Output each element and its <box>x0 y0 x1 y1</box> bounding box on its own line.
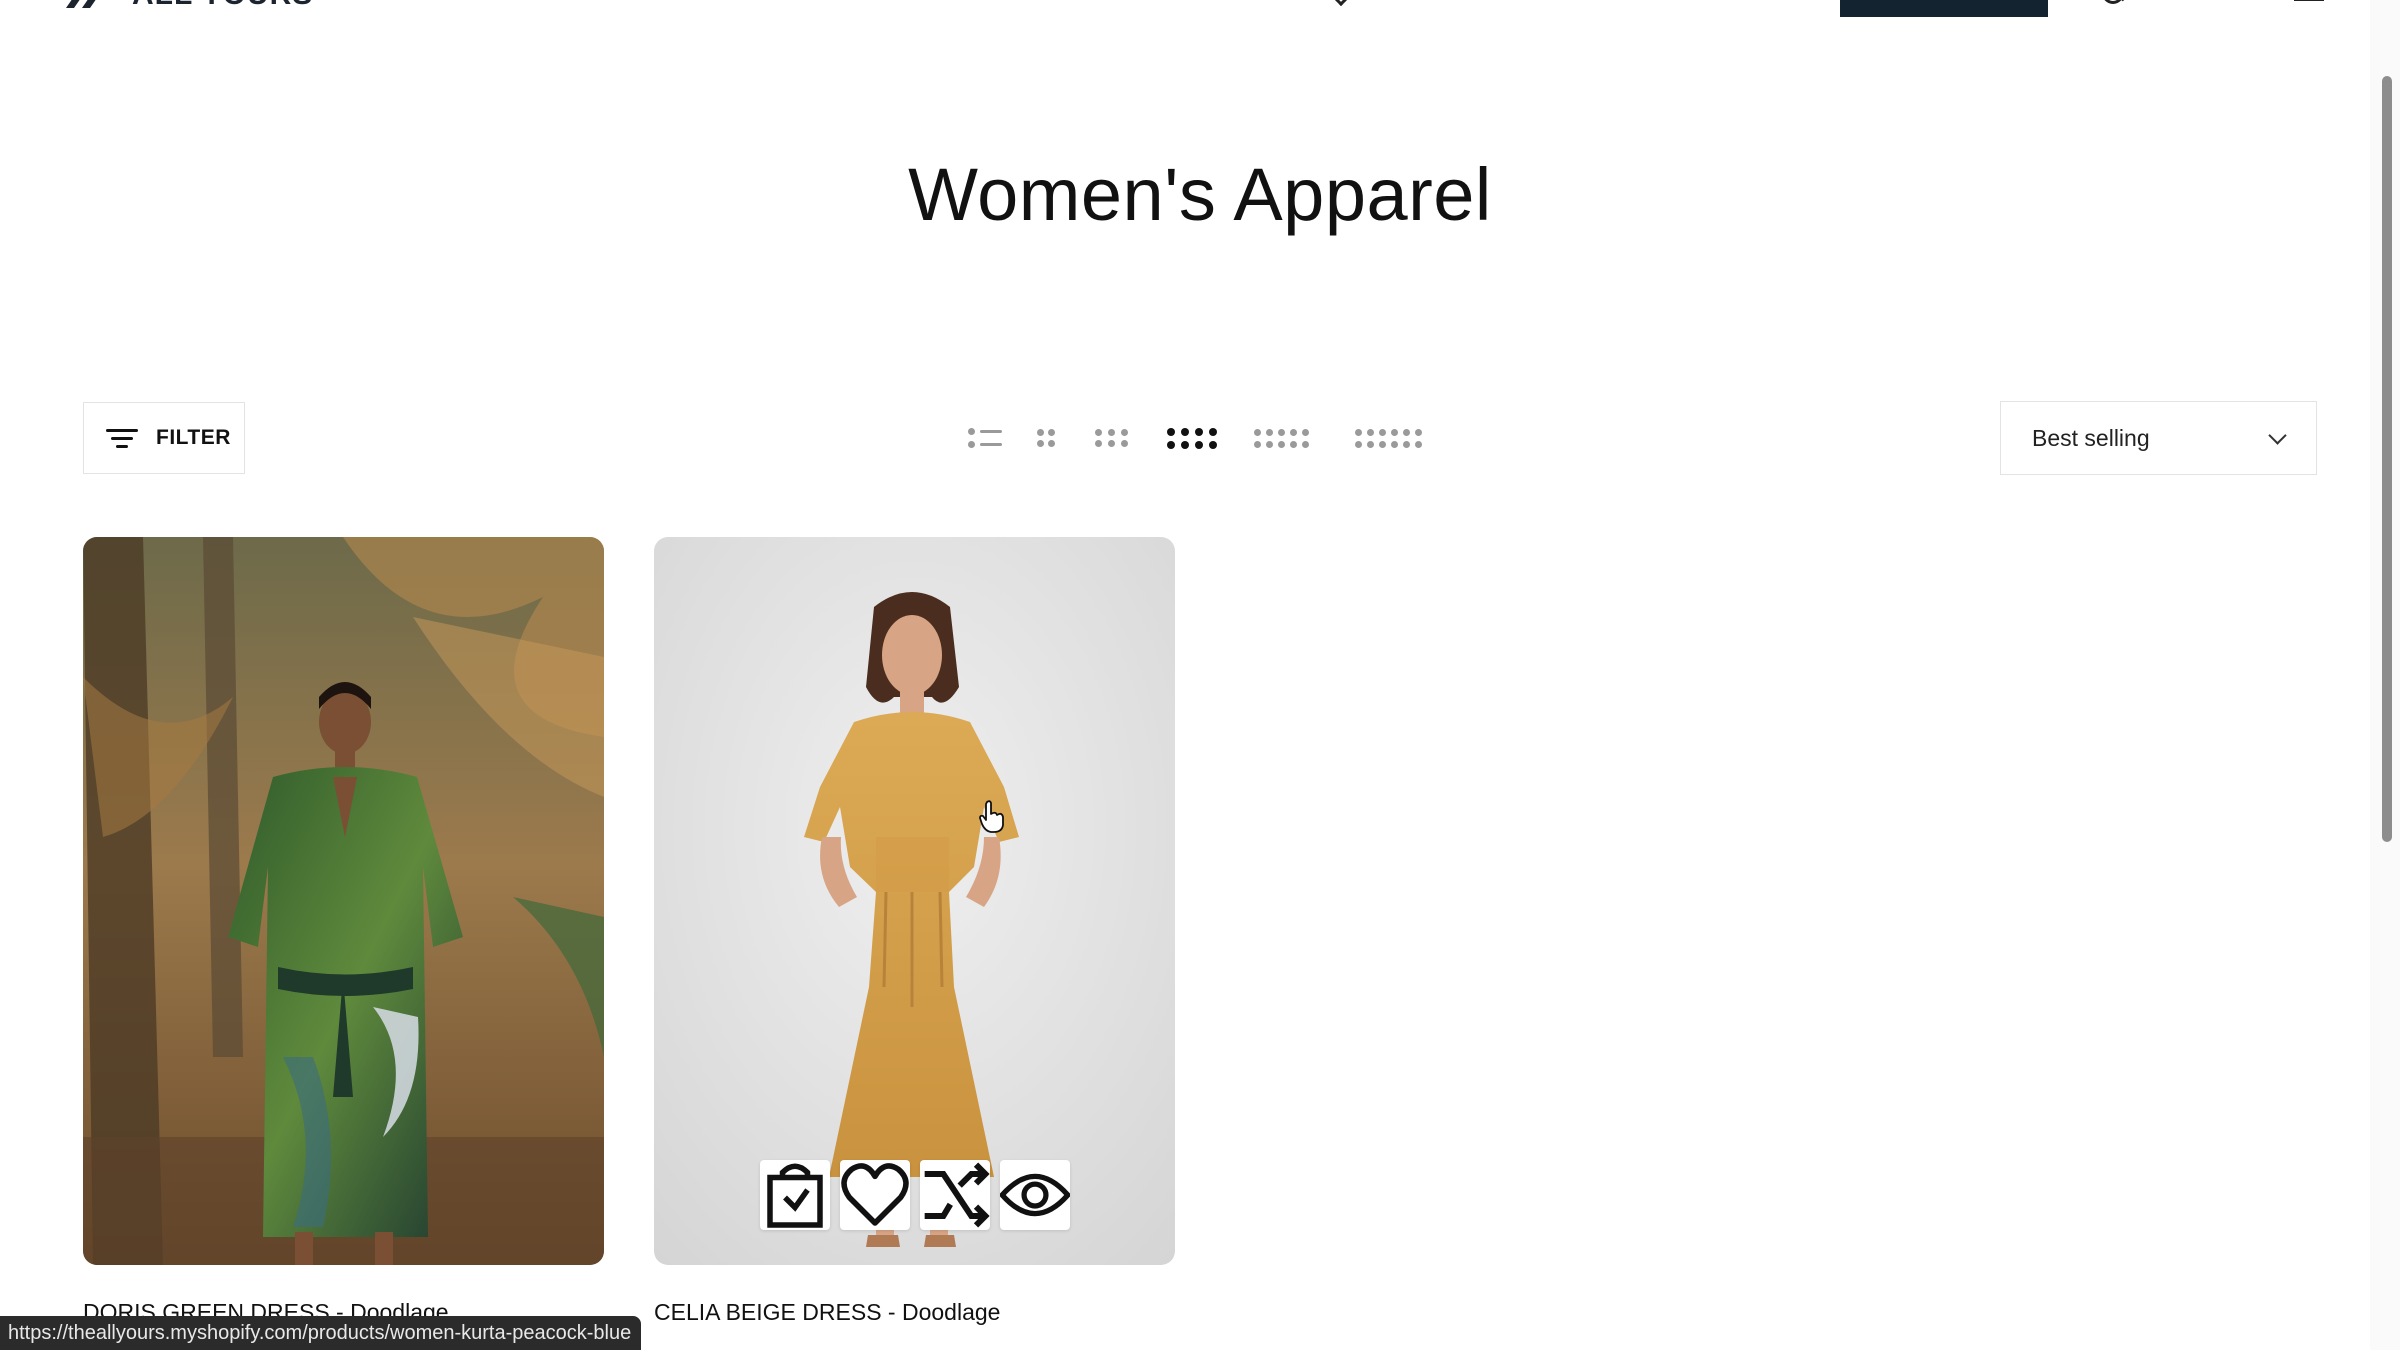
sort-selected-value: Best selling <box>2032 424 2150 451</box>
site-logo[interactable]: ALL YOURS <box>62 0 313 12</box>
page-scrollbar[interactable] <box>2370 0 2400 1350</box>
product-photo-green-dress <box>83 537 604 1265</box>
nav-dropdown-chevron-icon[interactable] <box>1333 0 1349 7</box>
user-icon[interactable] <box>2164 0 2192 10</box>
header-icons <box>2100 0 2324 10</box>
search-icon[interactable] <box>2100 0 2128 10</box>
heart-icon[interactable] <box>2228 0 2256 10</box>
scrollbar-thumb[interactable] <box>2382 76 2392 842</box>
cart-icon[interactable] <box>2292 0 2324 10</box>
grid-3-icon <box>1095 429 1128 447</box>
filter-label: FILTER <box>156 426 231 449</box>
product-image[interactable] <box>83 537 604 1265</box>
product-image[interactable] <box>654 537 1175 1265</box>
site-header: ALL YOURS <box>0 0 2370 18</box>
product-card[interactable]: CELIA BEIGE DRESS - Doodlage <box>654 537 1175 1336</box>
chevron-down-icon <box>2268 425 2287 445</box>
quick-view-button[interactable] <box>1000 1160 1070 1230</box>
add-to-cart-button[interactable] <box>760 1160 830 1230</box>
page-title: Women's Apparel <box>908 153 1492 236</box>
browser-status-url: https://theallyours.myshopify.com/produc… <box>0 1316 642 1350</box>
view-4-columns-option[interactable] <box>1167 416 1217 460</box>
product-quick-actions <box>760 1160 1070 1230</box>
view-5-columns-option[interactable] <box>1254 416 1309 460</box>
wishlist-heart-icon <box>841 1163 909 1226</box>
logo-mark-icon <box>66 0 96 8</box>
view-6-columns-option[interactable] <box>1355 416 1422 460</box>
sort-by-select[interactable]: Best selling <box>2000 401 2317 475</box>
quick-view-eye-icon <box>1000 1173 1070 1217</box>
grid-6-icon <box>1355 428 1422 448</box>
product-photo-beige-dress <box>654 537 1175 1265</box>
view-3-columns-option[interactable] <box>1095 416 1128 460</box>
add-to-cart-icon <box>767 1163 823 1228</box>
grid-5-icon <box>1254 428 1309 448</box>
product-card[interactable]: DORIS GREEN DRESS - Doodlage <box>83 537 604 1336</box>
add-to-wishlist-button[interactable] <box>840 1160 910 1230</box>
logo-text: ALL YOURS <box>132 0 313 12</box>
header-cta-button[interactable] <box>1840 0 2048 17</box>
grid-2-icon <box>1037 429 1055 447</box>
grid-4-icon <box>1167 427 1217 449</box>
view-2-columns-option[interactable] <box>1037 416 1055 460</box>
hand-pointer-cursor-icon <box>979 800 1004 833</box>
view-list-option[interactable] <box>968 416 1002 460</box>
filter-icon <box>106 427 138 449</box>
filter-button[interactable]: FILTER <box>83 402 245 474</box>
list-view-icon <box>968 428 1002 448</box>
compare-button[interactable] <box>920 1160 990 1230</box>
product-name[interactable]: CELIA BEIGE DRESS - Doodlage <box>654 1299 1175 1326</box>
compare-shuffle-icon <box>924 1162 990 1228</box>
